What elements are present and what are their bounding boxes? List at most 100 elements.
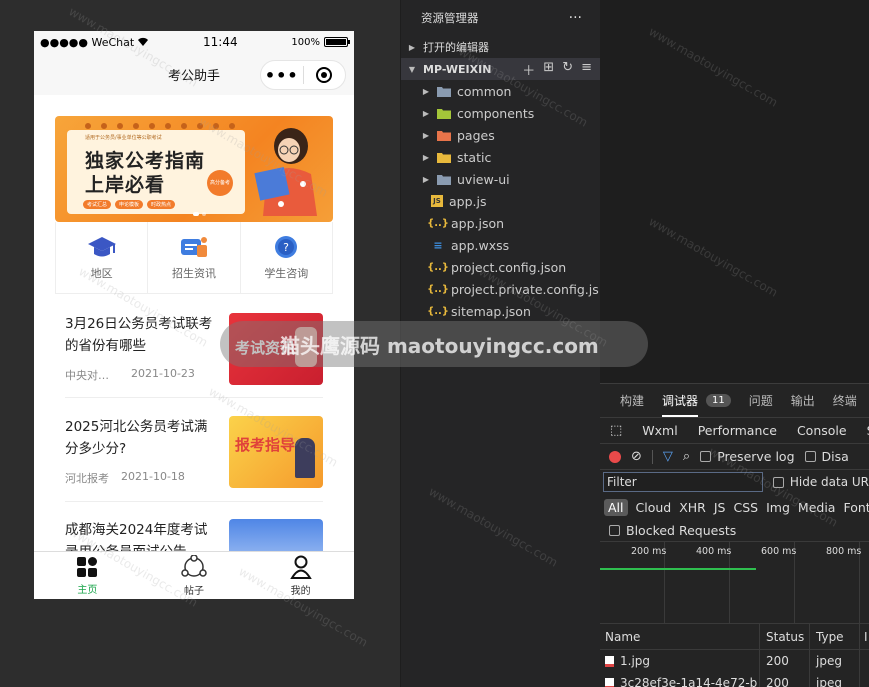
new-folder-icon[interactable]: ⊞ bbox=[543, 60, 554, 79]
timeline-tick: 200 ms bbox=[631, 546, 667, 557]
type-filter-js[interactable]: JS bbox=[714, 500, 726, 515]
file-tree-item[interactable]: ▶ uview-ui bbox=[401, 168, 600, 190]
folder-icon bbox=[437, 129, 451, 141]
folder-icon bbox=[437, 151, 451, 163]
grid-item-admission-news[interactable]: 招生资讯 bbox=[148, 222, 241, 293]
column-status[interactable]: Status bbox=[760, 624, 810, 649]
editor-area bbox=[600, 0, 869, 383]
tab-console[interactable]: Console bbox=[797, 423, 847, 438]
tab-wxml[interactable]: Wxml bbox=[642, 423, 677, 438]
debugger-count-badge: 11 bbox=[706, 394, 731, 407]
file-tree-item[interactable]: ≡ app.wxss bbox=[401, 234, 600, 256]
table-row[interactable]: 3c28ef3e-1a14-4e72-b 200 jpeg bbox=[600, 672, 869, 687]
disable-cache-checkbox[interactable] bbox=[804, 451, 816, 462]
inspect-element-icon[interactable]: ⬚ bbox=[610, 423, 622, 438]
new-file-icon[interactable]: ＋ bbox=[522, 60, 535, 79]
open-editors-section[interactable]: ▶ 打开的编辑器 bbox=[401, 36, 600, 58]
grid-label: 地区 bbox=[90, 266, 113, 280]
banner-title-line2: 上岸必看 bbox=[85, 174, 166, 196]
network-table-header: Name Status Type I bbox=[600, 624, 869, 650]
banner-badge: 高分备考 bbox=[207, 170, 233, 196]
column-initiator[interactable]: I bbox=[860, 630, 868, 644]
resource-type-filters: All Cloud XHR JS CSS Img Media Font bbox=[600, 494, 869, 520]
type-filter-font[interactable]: Font bbox=[843, 500, 869, 515]
file-tree-item[interactable]: JS app.js bbox=[401, 190, 600, 212]
type-filter-img[interactable]: Img bbox=[766, 500, 790, 515]
tab-terminal[interactable]: 终端 bbox=[833, 392, 857, 409]
collapse-all-icon[interactable]: ≡ bbox=[581, 60, 592, 79]
tab-performance[interactable]: Performance bbox=[698, 423, 777, 438]
timeline-tick: 400 ms bbox=[696, 546, 732, 557]
search-icon[interactable]: ⌕ bbox=[683, 449, 690, 464]
record-network-button[interactable] bbox=[609, 450, 621, 463]
more-actions-icon[interactable]: ··· bbox=[569, 10, 582, 26]
news-date: 2021-10-23 bbox=[131, 367, 195, 380]
file-name: app.wxss bbox=[451, 237, 510, 253]
tab-mine[interactable]: 我的 bbox=[247, 552, 354, 599]
json-file-icon: {..} bbox=[427, 283, 449, 295]
tab-home[interactable]: 主页 bbox=[34, 552, 141, 599]
tab-debugger[interactable]: 调试器 bbox=[662, 392, 699, 417]
file-name: project.config.json bbox=[451, 259, 567, 275]
chevron-right-icon: ▶ bbox=[422, 108, 430, 118]
type-filter-css[interactable]: CSS bbox=[734, 500, 759, 515]
folder-icon bbox=[437, 107, 451, 119]
request-status: 200 bbox=[760, 650, 810, 672]
svg-text:?: ? bbox=[283, 241, 289, 254]
type-filter-all[interactable]: All bbox=[604, 498, 628, 516]
more-dots-icon[interactable]: ••• bbox=[261, 66, 303, 85]
file-tree-item[interactable]: {..} project.private.config.js... bbox=[401, 278, 600, 300]
explorer-header: 资源管理器 ··· bbox=[401, 0, 600, 36]
type-filter-xhr[interactable]: XHR bbox=[679, 500, 706, 515]
chat-question-icon: ? bbox=[275, 235, 298, 258]
file-tree-item[interactable]: ▶ components bbox=[401, 102, 600, 124]
nav-bar: 考公助手 ••• bbox=[34, 53, 354, 95]
grid-item-region[interactable]: 地区 bbox=[56, 222, 149, 293]
tab-output[interactable]: 输出 bbox=[791, 392, 815, 409]
wifi-icon bbox=[137, 36, 149, 49]
file-tree-item[interactable]: {..} sitemap.json bbox=[401, 300, 600, 322]
news-source: 河北报考 bbox=[65, 472, 109, 485]
hide-data-urls-checkbox[interactable] bbox=[773, 476, 784, 488]
type-filter-cloud[interactable]: Cloud bbox=[636, 500, 672, 515]
image-file-icon bbox=[605, 677, 614, 687]
table-row[interactable]: 1.jpg 200 jpeg bbox=[600, 650, 869, 672]
preserve-log-checkbox[interactable] bbox=[700, 451, 712, 462]
tab-posts[interactable]: 帖子 bbox=[141, 552, 248, 599]
filter-input[interactable]: Filter bbox=[603, 472, 764, 492]
news-date: 2021-10-18 bbox=[121, 470, 185, 483]
column-type[interactable]: Type bbox=[810, 624, 860, 649]
grid-item-student-consult[interactable]: ? 学生咨询 bbox=[241, 222, 332, 293]
clear-icon[interactable]: ⊘ bbox=[631, 449, 642, 464]
banner-card: 适用于公务员/事业单位等公职考试 独家公考指南 上岸必看 高分备考 考试汇总 申… bbox=[67, 130, 245, 214]
file-tree-item[interactable]: ▶ common bbox=[401, 80, 600, 102]
file-tree: ▶ common ▶ components ▶ pages ▶ static ▶ uview-ui… bbox=[401, 80, 600, 322]
news-item[interactable]: 成都海关2024年度考试录用公务员面试公告 bbox=[65, 519, 323, 551]
thumbnail-text: 报考指导 bbox=[235, 436, 296, 454]
file-tree-item[interactable]: {..} app.json bbox=[401, 212, 600, 234]
file-name: sitemap.json bbox=[451, 303, 531, 319]
refresh-icon[interactable]: ↻ bbox=[562, 60, 573, 79]
file-name: app.js bbox=[449, 193, 487, 209]
project-section[interactable]: ▼ MP-WEIXIN ＋ ⊞ ↻ ≡ bbox=[401, 58, 600, 80]
filter-funnel-icon[interactable]: ▽ bbox=[663, 449, 673, 464]
tab-build[interactable]: 构建 bbox=[620, 392, 644, 409]
explorer-title: 资源管理器 bbox=[421, 11, 479, 25]
banner[interactable]: 适用于公务员/事业单位等公职考试 独家公考指南 上岸必看 高分备考 考试汇总 申… bbox=[55, 116, 333, 222]
project-name: MP-WEIXIN bbox=[423, 62, 492, 76]
tab-problems[interactable]: 问题 bbox=[749, 392, 773, 409]
news-item[interactable]: 2025河北公务员考试满分多少分? 河北报考 2021-10-18 报考指导 bbox=[65, 416, 323, 488]
column-name[interactable]: Name bbox=[600, 624, 760, 649]
file-tree-item[interactable]: {..} project.config.json bbox=[401, 256, 600, 278]
file-tree-item[interactable]: ▶ pages bbox=[401, 124, 600, 146]
type-filter-media[interactable]: Media bbox=[798, 500, 836, 515]
file-tree-item[interactable]: ▶ static bbox=[401, 146, 600, 168]
chevron-down-icon: ▼ bbox=[408, 64, 416, 74]
category-grid: 地区 招生资讯 ? 学生咨询 bbox=[55, 222, 333, 294]
close-miniprogram-button[interactable] bbox=[304, 67, 346, 83]
request-type: jpeg bbox=[810, 672, 860, 687]
chevron-right-icon: ▶ bbox=[422, 86, 430, 96]
capsule-menu: ••• bbox=[260, 60, 346, 90]
blocked-requests-checkbox[interactable] bbox=[609, 525, 620, 536]
tab-label: 我的 bbox=[290, 585, 311, 597]
